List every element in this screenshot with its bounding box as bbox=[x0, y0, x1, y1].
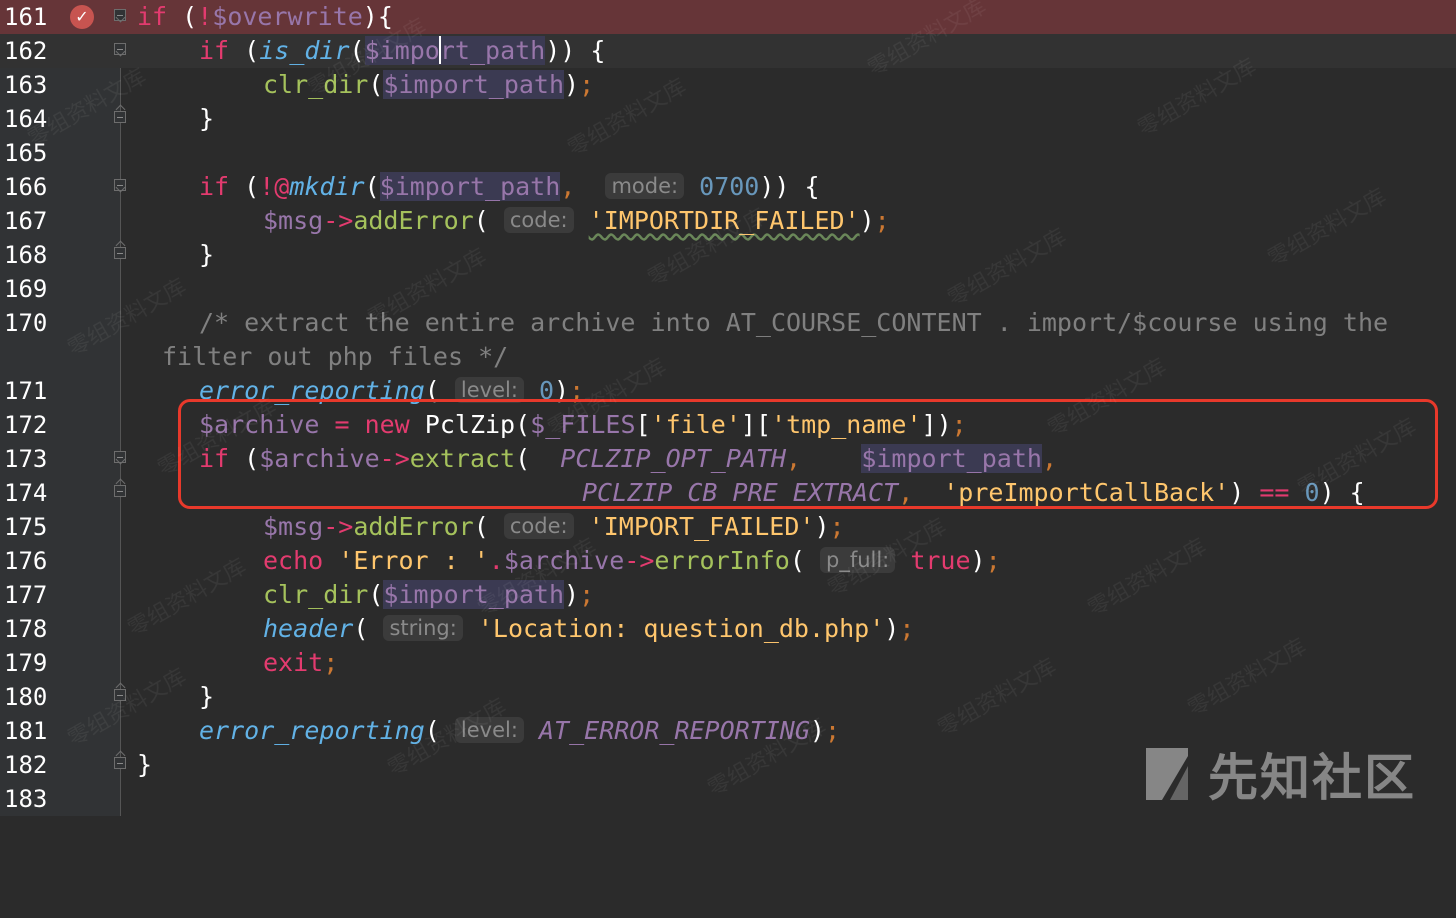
param-hint: string: bbox=[383, 615, 463, 641]
code-text: } bbox=[199, 240, 215, 269]
code-text: error_reporting( level: AT_ERROR_REPORTI… bbox=[199, 716, 841, 745]
line-number: 168 bbox=[4, 241, 48, 269]
code-line[interactable]: 168 } bbox=[0, 238, 1456, 272]
code-text: clr_dir($import_path); bbox=[263, 580, 595, 609]
code-text: } bbox=[199, 682, 215, 711]
fold-icon[interactable] bbox=[114, 179, 126, 191]
code-line[interactable]: 163 clr_dir($import_path); bbox=[0, 68, 1456, 102]
code-text: if (!$overwrite){ bbox=[137, 2, 393, 31]
fold-icon[interactable] bbox=[114, 9, 126, 21]
line-number: 178 bbox=[4, 615, 48, 643]
comment-text: filter out php files */ bbox=[162, 342, 509, 371]
param-hint: level: bbox=[454, 717, 524, 743]
code-text: clr_dir($import_path); bbox=[263, 70, 595, 99]
code-line[interactable]: 179 exit; bbox=[0, 646, 1456, 680]
fold-icon[interactable] bbox=[114, 485, 126, 497]
code-line[interactable]: 162 if (is_dir($import_path)) { bbox=[0, 34, 1456, 68]
line-number: 183 bbox=[4, 785, 48, 813]
line-number: 171 bbox=[4, 377, 48, 405]
line-number: 163 bbox=[4, 71, 48, 99]
code-line[interactable]: 164 } bbox=[0, 102, 1456, 136]
code-text: } bbox=[137, 750, 153, 779]
param-hint: code: bbox=[503, 207, 574, 233]
line-number: 169 bbox=[4, 275, 48, 303]
logo-text: 先知社区 bbox=[1208, 749, 1416, 807]
logo-mark-icon bbox=[1146, 748, 1188, 800]
fold-icon[interactable] bbox=[114, 247, 126, 259]
fold-icon[interactable] bbox=[114, 451, 126, 463]
highlight-box bbox=[178, 399, 1438, 509]
code-line[interactable]: 178 header( string: 'Location: question_… bbox=[0, 612, 1456, 646]
code-line[interactable]: 170 /* extract the entire archive into A… bbox=[0, 306, 1456, 340]
fold-icon[interactable] bbox=[114, 111, 126, 123]
line-number: 172 bbox=[4, 411, 48, 439]
param-hint: mode: bbox=[605, 173, 685, 199]
comment-text: /* extract the entire archive into AT_CO… bbox=[199, 308, 1389, 337]
line-number: 180 bbox=[4, 683, 48, 711]
param-hint: p_full: bbox=[819, 547, 896, 573]
code-text: if (is_dir($import_path)) { bbox=[199, 36, 606, 65]
code-line[interactable]: 180 } bbox=[0, 680, 1456, 714]
code-line[interactable]: 161 ✓ if (!$overwrite){ bbox=[0, 0, 1456, 34]
fold-icon[interactable] bbox=[114, 757, 126, 769]
code-line[interactable]: 176 echo 'Error : '.$archive->errorInfo(… bbox=[0, 544, 1456, 578]
code-line[interactable]: 166 if (!@mkdir($import_path, mode: 0700… bbox=[0, 170, 1456, 204]
code-line[interactable]: 175 $msg->addError( code: 'IMPORT_FAILED… bbox=[0, 510, 1456, 544]
breakpoint-icon[interactable]: ✓ bbox=[70, 5, 94, 29]
line-number: 182 bbox=[4, 751, 48, 779]
code-text: header( string: 'Location: question_db.p… bbox=[263, 614, 915, 643]
fold-icon[interactable] bbox=[114, 43, 126, 55]
code-line[interactable]: 169 bbox=[0, 272, 1456, 306]
code-editor[interactable]: 161 ✓ if (!$overwrite){ 162 if (is_dir($… bbox=[0, 0, 1456, 816]
line-number: 181 bbox=[4, 717, 48, 745]
line-number: 177 bbox=[4, 581, 48, 609]
line-number: 179 bbox=[4, 649, 48, 677]
code-line[interactable]: 165 bbox=[0, 136, 1456, 170]
code-text: $msg->addError( code: 'IMPORTDIR_FAILED'… bbox=[263, 206, 890, 235]
code-text: } bbox=[199, 104, 215, 133]
line-number: 167 bbox=[4, 207, 48, 235]
line-number: 173 bbox=[4, 445, 48, 473]
site-logo: 先知社区 bbox=[1140, 738, 1416, 810]
code-text: $msg->addError( code: 'IMPORT_FAILED'); bbox=[263, 512, 845, 541]
code-line[interactable]: 167 $msg->addError( code: 'IMPORTDIR_FAI… bbox=[0, 204, 1456, 238]
code-text: if (!@mkdir($import_path, mode: 0700)) { bbox=[199, 172, 820, 201]
code-line[interactable]: 177 clr_dir($import_path); bbox=[0, 578, 1456, 612]
line-number: 174 bbox=[4, 479, 48, 507]
line-number: 161 bbox=[4, 3, 48, 31]
param-hint: code: bbox=[503, 513, 574, 539]
code-text: echo 'Error : '.$archive->errorInfo( p_f… bbox=[263, 546, 1001, 575]
line-number: 175 bbox=[4, 513, 48, 541]
line-number: 170 bbox=[4, 309, 48, 337]
line-number: 166 bbox=[4, 173, 48, 201]
fold-icon[interactable] bbox=[114, 689, 126, 701]
line-number: 164 bbox=[4, 105, 48, 133]
code-line-wrap[interactable]: filter out php files */ bbox=[0, 340, 1456, 374]
line-number: 165 bbox=[4, 139, 48, 167]
line-number: 162 bbox=[4, 37, 48, 65]
line-number: 176 bbox=[4, 547, 48, 575]
code-text: exit; bbox=[263, 648, 339, 677]
